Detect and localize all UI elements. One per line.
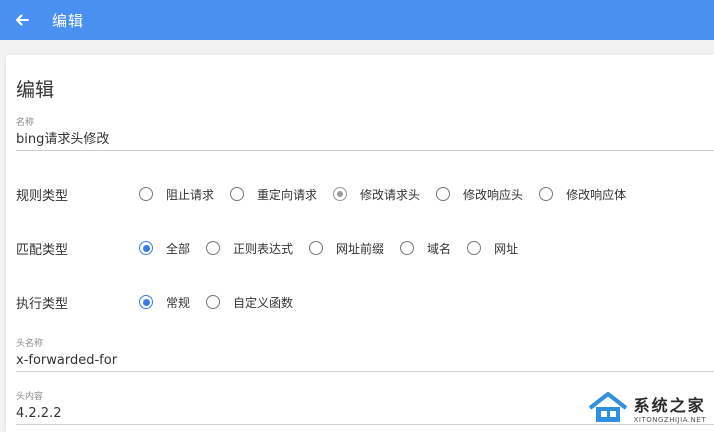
match-type-option-regex[interactable]: 正则表达式 [206, 240, 309, 257]
radio-icon[interactable] [467, 241, 482, 255]
rule-type-option-label: 修改响应体 [566, 187, 627, 202]
rule-type-option-label: 修改请求头 [360, 187, 421, 202]
name-field[interactable]: 名称 bing请求头修改 [16, 115, 714, 151]
header-name-label: 头名称 [16, 339, 44, 349]
radio-icon[interactable] [206, 241, 221, 255]
edit-card: 编辑 名称 bing请求头修改 规则类型 阻止请求 重定向请求 修改请求头 修改… [6, 55, 714, 432]
radio-icon[interactable] [206, 295, 221, 309]
rule-type-option-modify-request-header[interactable]: 修改请求头 [333, 186, 436, 203]
watermark-en: XITONGZHIJIA.NET [633, 416, 706, 424]
radio-checked-icon[interactable] [139, 295, 153, 309]
exec-type-option-custom-function[interactable]: 自定义函数 [206, 294, 309, 311]
watermark-text: 系统之家 XITONGZHIJIA.NET [634, 392, 706, 424]
radio-checked-icon[interactable] [139, 241, 153, 255]
header-name-field[interactable]: 头名称 x-forwarded-for [16, 336, 714, 372]
app-bar: 编辑 [0, 0, 714, 40]
exec-type-option-label: 自定义函数 [233, 295, 294, 310]
rule-type-option-label: 重定向请求 [257, 187, 318, 202]
back-button[interactable] [6, 4, 38, 36]
rule-type-option-label: 修改响应头 [463, 187, 524, 202]
app-bar-title: 编辑 [52, 11, 85, 30]
radio-icon[interactable] [309, 241, 324, 255]
match-type-option-url[interactable]: 网址 [467, 240, 534, 257]
radio-checked-icon[interactable] [333, 187, 348, 201]
match-type-option-label: 全部 [166, 241, 191, 256]
match-type-option-label: 网址前缀 [336, 241, 385, 256]
match-type-option-all[interactable]: 全部 [139, 240, 206, 257]
rule-type-group: 规则类型 阻止请求 重定向请求 修改请求头 修改响应头 修改响应体 [16, 184, 642, 204]
rule-type-option-modify-response-body[interactable]: 修改响应体 [539, 186, 642, 203]
name-field-value[interactable]: bing请求头修改 [16, 130, 714, 150]
radio-icon[interactable] [139, 187, 153, 201]
rule-type-option-redirect[interactable]: 重定向请求 [230, 186, 333, 203]
match-type-label: 匹配类型 [16, 242, 69, 258]
rule-type-option-block[interactable]: 阻止请求 [139, 186, 230, 203]
exec-type-label: 执行类型 [16, 296, 69, 312]
rule-type-option-label: 阻止请求 [166, 187, 215, 202]
match-type-option-url-prefix[interactable]: 网址前缀 [309, 240, 400, 257]
watermark-cn: 系统之家 [633, 396, 706, 415]
header-name-value[interactable]: x-forwarded-for [16, 351, 714, 371]
match-type-group: 匹配类型 全部 正则表达式 网址前缀 域名 网址 [16, 238, 534, 258]
radio-icon[interactable] [230, 187, 245, 201]
match-type-option-domain[interactable]: 域名 [400, 240, 467, 257]
radio-icon[interactable] [539, 187, 554, 201]
watermark-logo: 系统之家 XITONGZHIJIA.NET [586, 390, 706, 426]
match-type-option-label: 网址 [494, 241, 519, 256]
match-type-option-label: 域名 [427, 241, 452, 256]
radio-icon[interactable] [400, 241, 415, 255]
exec-type-option-normal[interactable]: 常规 [139, 294, 206, 311]
exec-type-option-label: 常规 [166, 295, 191, 310]
house-logo-icon [588, 392, 627, 422]
radio-icon[interactable] [436, 187, 451, 201]
exec-type-group: 执行类型 常规 自定义函数 [16, 292, 309, 312]
arrow-left-icon [16, 14, 29, 26]
match-type-option-label: 正则表达式 [233, 241, 294, 256]
rule-type-label: 规则类型 [16, 188, 69, 204]
card-title: 编辑 [16, 79, 55, 101]
name-field-label: 名称 [16, 118, 35, 128]
rule-type-option-modify-response-header[interactable]: 修改响应头 [436, 186, 539, 203]
